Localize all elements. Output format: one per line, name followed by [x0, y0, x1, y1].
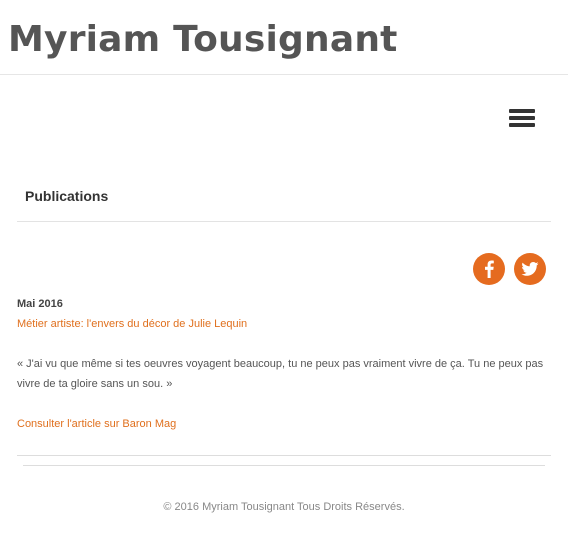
post-title-link[interactable]: Métier artiste: l'envers du décor de Jul…: [17, 316, 247, 332]
facebook-share-button[interactable]: [473, 253, 505, 285]
copyright-text: © 2016 Myriam Tousignant Tous Droits Rés…: [163, 501, 405, 513]
facebook-icon: [485, 260, 494, 278]
section-title: Publications: [25, 188, 109, 204]
post-quote: « J'ai vu que même si tes oeuvres voyage…: [17, 358, 544, 390]
site-title[interactable]: Myriam Tousignant: [8, 14, 398, 66]
menu-bar: [509, 109, 535, 113]
menu-bar: [509, 123, 535, 127]
section-divider: [17, 221, 551, 222]
content-divider: [17, 455, 551, 456]
twitter-icon: [521, 262, 539, 276]
read-more-link[interactable]: Consulter l'article sur Baron Mag: [17, 416, 176, 432]
post-date: Mai 2016: [17, 298, 63, 310]
menu-bar: [509, 116, 535, 120]
hamburger-menu-icon[interactable]: [508, 107, 536, 129]
footer-divider: [23, 465, 545, 466]
twitter-share-button[interactable]: [514, 253, 546, 285]
site-header: Myriam Tousignant: [0, 0, 568, 75]
